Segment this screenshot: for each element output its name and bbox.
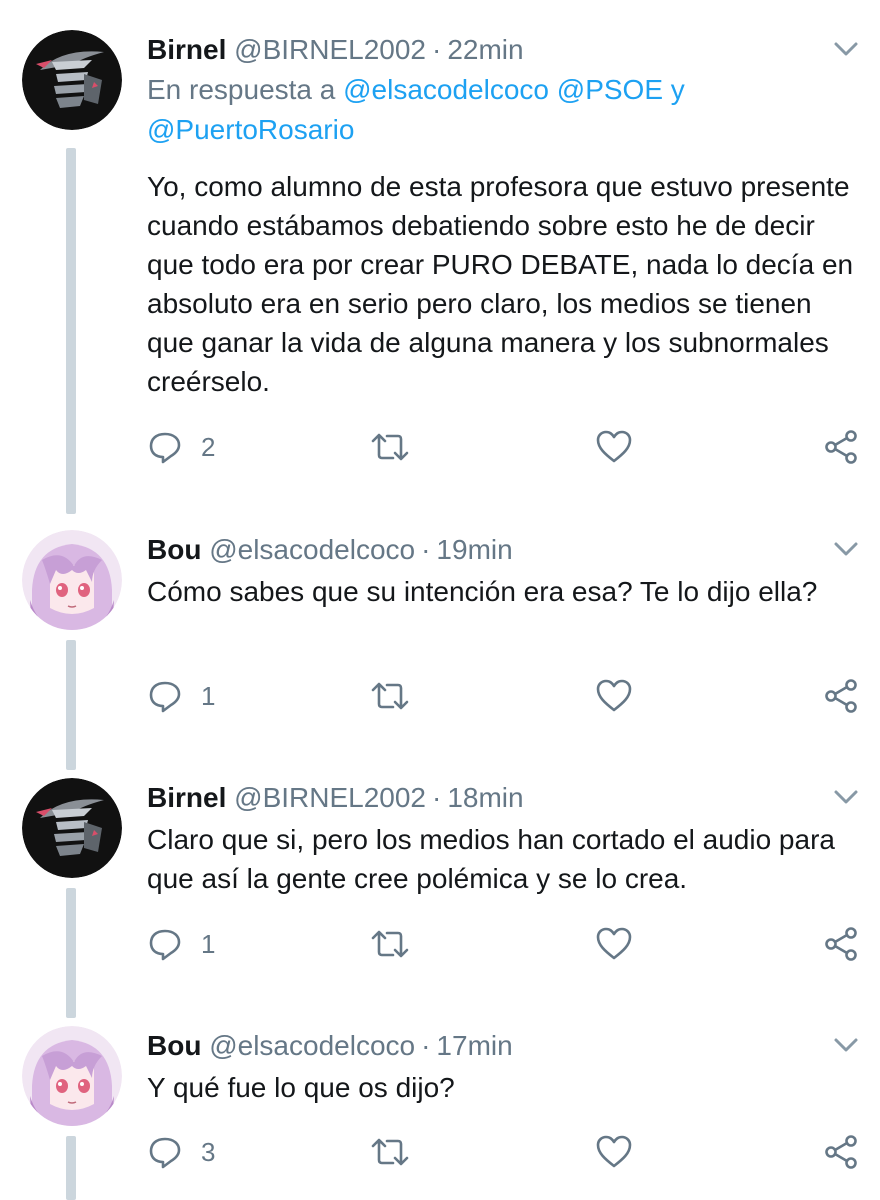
share-icon — [825, 927, 857, 961]
separator-dot: · — [421, 534, 431, 565]
tweet[interactable]: Bou @elsacodelcoco · 19min Cómo sabes que … — [0, 530, 880, 730]
retweet-button[interactable] — [369, 1132, 411, 1172]
display-name[interactable]: Bou — [147, 534, 201, 565]
tweet-text: Cómo sabes que su intención era esa? Te … — [147, 576, 818, 607]
tweet[interactable]: Bou @elsacodelcoco · 17min Y qué fue lo qu… — [0, 1026, 880, 1200]
username[interactable]: @elsacodelcoco — [209, 1030, 415, 1061]
tweet-header: Bou @elsacodelcoco · 17min — [147, 1026, 513, 1066]
reply-button[interactable]: 2 — [147, 427, 215, 467]
avatar[interactable] — [22, 1026, 122, 1126]
like-button[interactable] — [595, 1132, 633, 1172]
more-options-button[interactable] — [828, 538, 864, 562]
tweet-text: Claro que si, pero los medios han cortad… — [147, 824, 835, 894]
retweet-icon — [371, 1138, 409, 1166]
tweet-header: Birnel @BIRNEL2002 · 18min — [147, 778, 524, 818]
tweet[interactable]: Birnel @BIRNEL2002 · 22min En respuesta a … — [0, 30, 880, 490]
reply-button[interactable]: 1 — [147, 676, 215, 716]
reply-count: 1 — [201, 928, 216, 959]
reply-icon — [149, 1137, 181, 1169]
display-name[interactable]: Bou — [147, 1030, 201, 1061]
chevron-down-icon — [834, 1038, 858, 1052]
timestamp[interactable]: 19min — [436, 534, 512, 565]
retweet-icon — [371, 930, 409, 958]
separator-dot: · — [432, 34, 442, 65]
username[interactable]: @BIRNEL2002 — [234, 34, 426, 65]
samurai-avatar-image — [22, 778, 122, 878]
share-button[interactable] — [823, 427, 859, 467]
timestamp[interactable]: 22min — [447, 34, 523, 65]
share-icon — [825, 1135, 857, 1169]
avatar[interactable] — [22, 778, 122, 878]
username[interactable]: @BIRNEL2002 — [234, 782, 426, 813]
more-options-button[interactable] — [828, 786, 864, 810]
tweet-actions: 2 — [147, 427, 867, 467]
separator-dot: · — [421, 1030, 431, 1061]
mention-link[interactable]: @PuertoRosario — [147, 114, 354, 145]
reply-context: En respuesta a @elsacodelcoco @PSOE y @P… — [147, 70, 847, 150]
like-button[interactable] — [595, 924, 633, 964]
tweet[interactable]: Birnel @BIRNEL2002 · 18min Claro que si, p… — [0, 778, 880, 978]
anime-girl-avatar-image — [22, 530, 122, 630]
mention-joiner: y — [670, 74, 685, 105]
share-button[interactable] — [823, 676, 859, 716]
share-icon — [825, 430, 857, 464]
reply-count: 3 — [201, 1136, 216, 1167]
tweet-thread: Birnel @BIRNEL2002 · 22min En respuesta a … — [0, 0, 880, 1200]
like-button[interactable] — [595, 427, 633, 467]
avatar[interactable] — [22, 30, 122, 130]
tweet-header: Birnel @BIRNEL2002 · 22min — [147, 30, 524, 70]
reply-count: 2 — [201, 431, 216, 462]
share-icon — [825, 679, 857, 713]
heart-icon — [596, 679, 632, 712]
tweet-actions: 1 — [147, 676, 867, 716]
display-name[interactable]: Birnel — [147, 782, 226, 813]
avatar[interactable] — [22, 530, 122, 630]
chevron-down-icon — [834, 542, 858, 556]
tweet-actions: 3 — [147, 1132, 867, 1172]
reply-icon — [149, 929, 181, 961]
retweet-button[interactable] — [369, 676, 411, 716]
display-name[interactable]: Birnel — [147, 34, 226, 65]
timestamp[interactable]: 18min — [447, 782, 523, 813]
share-button[interactable] — [823, 1132, 859, 1172]
retweet-button[interactable] — [369, 427, 411, 467]
reply-count: 1 — [201, 680, 216, 711]
separator-dot: · — [432, 782, 442, 813]
heart-icon — [596, 1135, 632, 1168]
chevron-down-icon — [834, 42, 858, 56]
chevron-down-icon — [834, 790, 858, 804]
reply-icon — [149, 432, 181, 464]
mention-link[interactable]: @PSOE — [557, 74, 663, 105]
tweet-text: Yo, como alumno de esta profesora que es… — [147, 171, 854, 397]
heart-icon — [596, 927, 632, 960]
more-options-button[interactable] — [828, 1034, 864, 1058]
reply-button[interactable]: 3 — [147, 1132, 215, 1172]
heart-icon — [596, 430, 632, 463]
share-button[interactable] — [823, 924, 859, 964]
reply-prefix: En respuesta a — [147, 74, 336, 105]
username[interactable]: @elsacodelcoco — [209, 534, 415, 565]
retweet-icon — [371, 682, 409, 710]
more-options-button[interactable] — [828, 38, 864, 62]
samurai-avatar-image — [22, 30, 122, 130]
anime-girl-avatar-image — [22, 1026, 122, 1126]
tweet-actions: 1 — [147, 924, 867, 964]
mention-link[interactable]: @elsacodelcoco — [343, 74, 549, 105]
tweet-text: Y qué fue lo que os dijo? — [147, 1072, 455, 1103]
reply-button[interactable]: 1 — [147, 924, 215, 964]
retweet-icon — [371, 433, 409, 461]
reply-icon — [149, 681, 181, 713]
timestamp[interactable]: 17min — [436, 1030, 512, 1061]
tweet-header: Bou @elsacodelcoco · 19min — [147, 530, 513, 570]
like-button[interactable] — [595, 676, 633, 716]
retweet-button[interactable] — [369, 924, 411, 964]
